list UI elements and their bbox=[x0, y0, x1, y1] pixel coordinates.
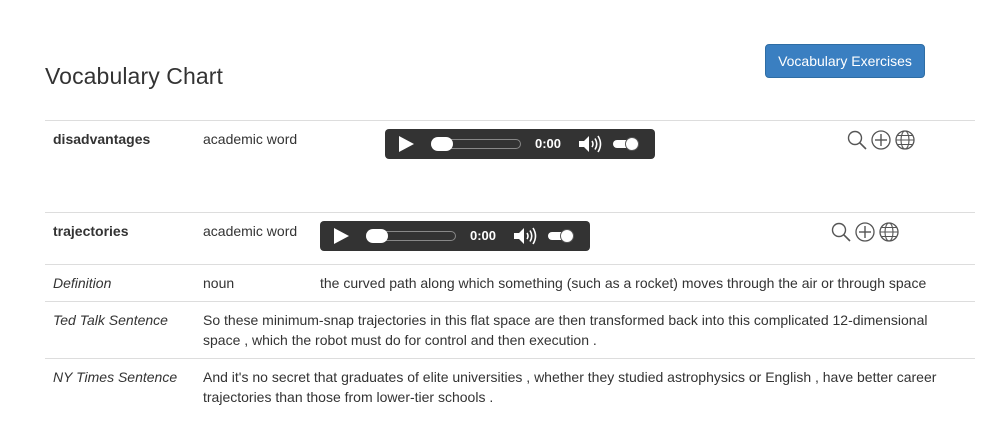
globe-icon[interactable] bbox=[894, 129, 916, 151]
word-category: academic word bbox=[203, 131, 298, 147]
divider bbox=[45, 120, 975, 121]
divider bbox=[45, 264, 975, 265]
search-icon[interactable] bbox=[830, 221, 852, 243]
play-button[interactable] bbox=[334, 228, 349, 244]
progress-knob[interactable] bbox=[366, 229, 388, 243]
audio-time: 0:00 bbox=[535, 136, 562, 151]
audio-time: 0:00 bbox=[470, 228, 497, 243]
vocabulary-exercises-button[interactable]: Vocabulary Exercises bbox=[765, 44, 925, 78]
add-icon[interactable] bbox=[870, 129, 892, 151]
divider bbox=[45, 212, 975, 213]
divider bbox=[45, 301, 975, 302]
word-actions bbox=[830, 221, 900, 243]
globe-icon[interactable] bbox=[878, 221, 900, 243]
volume-knob[interactable] bbox=[560, 229, 574, 243]
divider bbox=[45, 358, 975, 359]
search-icon[interactable] bbox=[846, 129, 868, 151]
ted-talk-label: Ted Talk Sentence bbox=[53, 312, 168, 328]
word-actions bbox=[846, 129, 916, 151]
ny-times-sentence-line2: trajectories than those from lower-tier … bbox=[203, 389, 494, 405]
progress-knob[interactable] bbox=[431, 137, 453, 151]
volume-knob[interactable] bbox=[625, 137, 639, 151]
word-disadvantages: disadvantages bbox=[53, 131, 151, 147]
add-icon[interactable] bbox=[854, 221, 876, 243]
definition-label: Definition bbox=[53, 275, 112, 291]
ny-times-sentence-line1: And it's no secret that graduates of eli… bbox=[203, 369, 937, 385]
page-title: Vocabulary Chart bbox=[45, 63, 224, 89]
play-button[interactable] bbox=[399, 136, 414, 152]
audio-player[interactable]: 0:00 bbox=[385, 129, 655, 159]
part-of-speech: noun bbox=[203, 275, 235, 291]
audio-player[interactable]: 0:00 bbox=[320, 221, 590, 251]
definition-text: the curved path along which something (s… bbox=[320, 275, 927, 291]
ted-talk-sentence-line1: So these minimum-snap trajectories in th… bbox=[203, 312, 928, 328]
word-category: academic word bbox=[203, 223, 298, 239]
ny-times-label: NY Times Sentence bbox=[53, 369, 178, 385]
ted-talk-sentence-line2: space , which the robot must do for cont… bbox=[203, 332, 597, 348]
volume-icon[interactable] bbox=[577, 135, 603, 153]
word-trajectories: trajectories bbox=[53, 223, 129, 239]
volume-icon[interactable] bbox=[512, 227, 538, 245]
